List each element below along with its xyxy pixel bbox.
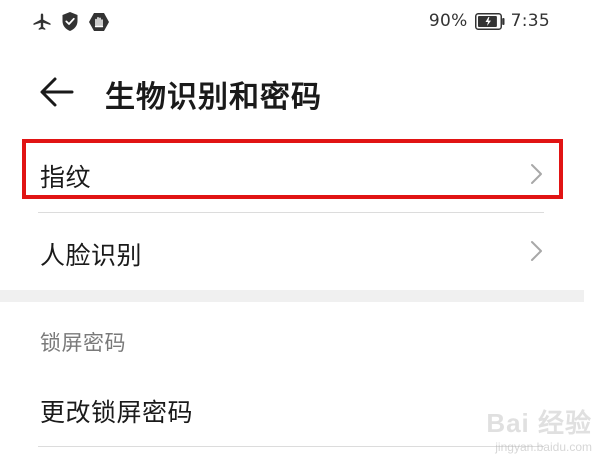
status-bar: 90% 7:35: [0, 0, 600, 44]
shield-icon: [61, 11, 79, 32]
screen: 90% 7:35 生物识别和密码 指纹 人脸识别 锁屏密码 更改锁屏密码 Bai…: [0, 0, 600, 456]
watermark: Bai 经验 jingyan.baidu.com: [486, 403, 592, 454]
watermark-url: jingyan.baidu.com: [495, 440, 592, 454]
status-icons-left: [32, 11, 110, 32]
page-title: 生物识别和密码: [105, 80, 322, 115]
battery-icon: [474, 12, 505, 30]
list-item-label: 更改锁屏密码: [40, 398, 194, 427]
divider: [38, 446, 544, 447]
airplane-icon: [32, 12, 52, 32]
section-separator: [0, 290, 584, 302]
header: 生物识别和密码: [0, 58, 600, 128]
status-icons-right: 90% 7:35: [429, 11, 550, 31]
section-header: 锁屏密码: [40, 331, 126, 355]
divider: [38, 212, 544, 213]
list-item-label: 人脸识别: [40, 241, 143, 270]
highlight-box: [22, 139, 563, 199]
clock: 7:35: [510, 11, 550, 31]
chevron-right-icon: [531, 241, 542, 261]
battery-percent: 90%: [428, 11, 468, 31]
watermark-text: Bai 经验: [486, 408, 592, 438]
list-item-face-recognition[interactable]: 人脸识别: [0, 216, 600, 286]
hand-icon: [88, 12, 110, 32]
arrow-left-icon[interactable]: [38, 75, 76, 109]
